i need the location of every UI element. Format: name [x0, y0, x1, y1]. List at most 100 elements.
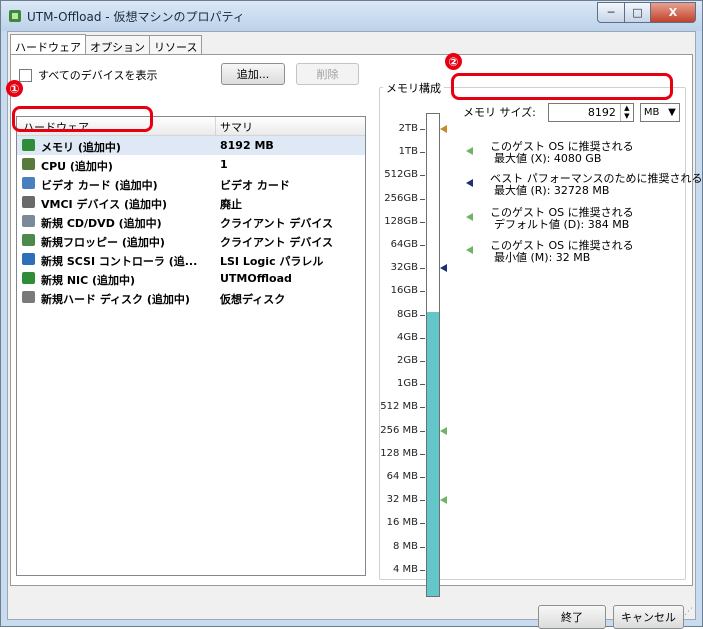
caption-buttons: ─ □ X [597, 2, 696, 23]
add-button[interactable]: 追加... [221, 63, 285, 85]
hard-disk-icon [22, 291, 35, 303]
tick-mark [420, 221, 425, 223]
legend-marker-icon [466, 246, 473, 254]
memory-size-label: メモリ サイズ: [463, 106, 536, 119]
floppy-icon [22, 234, 35, 246]
device-summary: クライアント デバイス [220, 217, 334, 230]
slider-marker-icon [440, 125, 447, 133]
finish-button[interactable]: 終了 [538, 605, 606, 629]
legend-line-2: 最小値 (M): 32 MB [494, 251, 591, 264]
tick-mark [420, 361, 425, 362]
show-all-label: すべてのデバイスを表示 [38, 69, 158, 82]
device-name: 新規ハード ディスク (追加中) [41, 293, 190, 306]
device-summary: 1 [220, 158, 228, 171]
device-summary: 廃止 [220, 198, 242, 211]
tick-label: 8 MB [392, 540, 418, 552]
memory-size-value[interactable]: 8192 [549, 106, 620, 119]
minimize-button[interactable]: ─ [597, 2, 625, 23]
legend-marker-icon [466, 179, 473, 187]
hardware-panel: すべてのデバイスを表示 追加... 削除 ハードウェア サマリ メモリ (追加中… [10, 54, 703, 597]
device-summary: 仮想ディスク [220, 293, 286, 306]
cd-dvd-icon [22, 215, 35, 227]
tick-label: 64GB [390, 239, 418, 250]
show-all-devices[interactable]: すべてのデバイスを表示 [19, 67, 157, 83]
device-row[interactable]: メモリ (追加中) 8192 MB [17, 136, 365, 155]
tick-mark [420, 546, 425, 548]
slider-marker-icon [440, 426, 447, 435]
close-button[interactable]: X [651, 2, 696, 23]
device-row[interactable]: 新規ハード ディスク (追加中) 仮想ディスク [17, 288, 365, 307]
title-bar: UTM-Offload - 仮想マシンのプロパティ ─ □ X [1, 1, 702, 31]
tick-label: 4 MB [392, 563, 418, 575]
cpu-icon [22, 158, 35, 170]
tick-label: 256GB [384, 192, 418, 204]
video-card-icon [22, 177, 35, 189]
tick-mark [420, 477, 425, 478]
tick-label: 128 MB [380, 447, 418, 459]
memory-config-title: メモリ構成 [383, 80, 444, 96]
memory-size-spinner[interactable]: 8192 ▲ ▼ [547, 102, 634, 122]
legend-marker-icon [466, 213, 473, 221]
legend-line-2: 最大値 (R): 32728 MB [494, 184, 610, 197]
tick-mark [420, 245, 425, 246]
tick-mark [420, 453, 425, 455]
slider-fill[interactable] [427, 311, 439, 596]
tick-mark [420, 268, 425, 270]
tick-mark [420, 384, 425, 386]
device-name: VMCI デバイス (追加中) [41, 198, 168, 211]
memory-unit-value: MB [643, 106, 660, 118]
tick-label: 128GB [384, 215, 418, 227]
column-summary[interactable]: サマリ [220, 119, 253, 135]
show-all-checkbox[interactable] [19, 68, 32, 82]
callout-number-1: ① [6, 80, 23, 97]
tick-label: 16 MB [386, 517, 418, 529]
nic-icon [22, 272, 35, 284]
resize-grip-icon[interactable]: ⋰ [684, 607, 693, 617]
tick-label: 2GB [397, 355, 418, 366]
device-row[interactable]: 新規フロッピー (追加中) クライアント デバイス [17, 231, 365, 250]
legend-line-2: 最大値 (X): 4080 GB [494, 152, 602, 165]
memory-icon [22, 139, 35, 151]
tick-mark [420, 430, 425, 432]
device-summary: UTMOffload [220, 272, 292, 285]
device-name: 新規フロッピー (追加中) [41, 236, 165, 249]
device-row[interactable]: 新規 NIC (追加中) UTMOffload [17, 269, 365, 288]
slider-marker-icon [440, 264, 447, 273]
device-row[interactable]: VMCI デバイス (追加中) 廃止 [17, 193, 365, 212]
device-name: 新規 CD/DVD (追加中) [41, 217, 162, 230]
device-row[interactable]: ビデオ カード (追加中) ビデオ カード [17, 174, 365, 193]
slider-marker-icon [440, 496, 447, 505]
device-summary: クライアント デバイス [220, 236, 334, 249]
remove-button[interactable]: 削除 [296, 63, 359, 85]
tick-mark [420, 129, 425, 130]
callout-box-1 [12, 106, 153, 132]
legend-marker-icon [466, 147, 473, 155]
device-summary: LSI Logic パラレル [220, 255, 324, 268]
tick-label: 1GB [397, 378, 418, 390]
device-row[interactable]: 新規 CD/DVD (追加中) クライアント デバイス [17, 212, 365, 231]
tick-mark [420, 198, 425, 200]
spinner-arrows-icon[interactable]: ▲ ▼ [619, 103, 633, 121]
callout-number-2: ② [445, 53, 462, 70]
tick-label: 32 MB [386, 494, 418, 506]
tick-label: 16GB [390, 285, 418, 297]
column-divider[interactable] [215, 117, 216, 135]
tick-label: 1TB [398, 146, 418, 158]
device-name: 新規 SCSI コントローラ (追... [41, 255, 198, 268]
maximize-button[interactable]: □ [625, 2, 651, 23]
window-title: UTM-Offload - 仮想マシンのプロパティ [27, 10, 245, 24]
device-row[interactable]: 新規 SCSI コントローラ (追... LSI Logic パラレル [17, 250, 365, 269]
memory-unit-select[interactable]: MB ▼ [639, 102, 680, 122]
tick-label: 256 MB [380, 424, 418, 436]
tick-mark [420, 175, 425, 177]
tick-mark [420, 407, 425, 409]
chevron-down-icon: ▼ [668, 106, 676, 118]
tick-mark [420, 291, 425, 293]
device-name: メモリ (追加中) [41, 141, 121, 154]
cancel-button[interactable]: キャンセル [613, 605, 684, 629]
tick-label: 64 MB [386, 471, 418, 482]
callout-box-2 [451, 73, 673, 100]
device-name: ビデオ カード (追加中) [41, 179, 158, 192]
tick-label: 512GB [384, 169, 418, 181]
device-row[interactable]: CPU (追加中) 1 [17, 155, 365, 174]
